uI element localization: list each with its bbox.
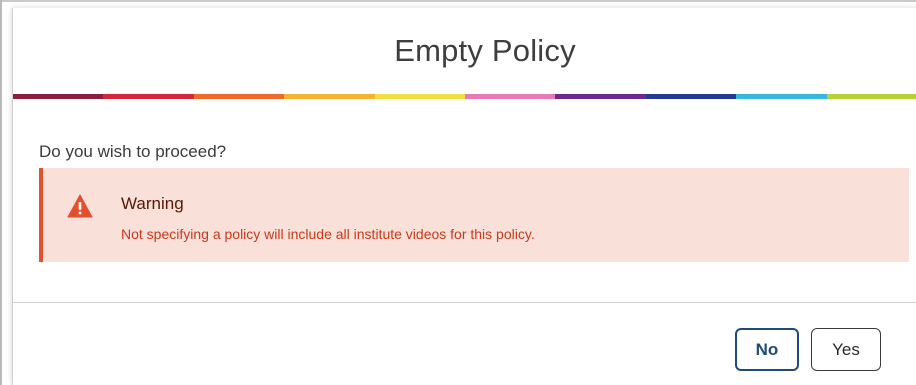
dialog-title: Empty Policy (394, 33, 576, 68)
warning-triangle-icon (67, 194, 93, 218)
rainbow-segment (465, 94, 556, 99)
rainbow-segment (103, 94, 194, 99)
warning-title: Warning (121, 194, 184, 213)
empty-policy-dialog: Empty Policy Do you wish to proceed? War… (12, 8, 916, 385)
rainbow-divider (13, 94, 916, 99)
rainbow-segment (193, 94, 285, 99)
yes-button[interactable]: Yes (811, 328, 881, 371)
dialog-header: Empty Policy (13, 8, 916, 94)
background-edge-top (0, 0, 916, 2)
footer-divider (13, 302, 916, 303)
rainbow-segment (736, 94, 827, 99)
warning-callout: Warning Not specifying a policy will inc… (39, 168, 909, 262)
rainbow-segment (555, 94, 646, 99)
screen: Empty Policy Do you wish to proceed? War… (0, 0, 916, 385)
proceed-question: Do you wish to proceed? (39, 142, 227, 161)
no-button[interactable]: No (735, 328, 799, 371)
rainbow-segment (826, 94, 916, 99)
rainbow-segment (13, 94, 104, 99)
rainbow-segment (284, 94, 375, 99)
warning-message: Not specifying a policy will include all… (121, 226, 535, 242)
rainbow-segment (645, 94, 737, 99)
rainbow-segment (374, 94, 466, 99)
background-edge-left (0, 0, 2, 385)
